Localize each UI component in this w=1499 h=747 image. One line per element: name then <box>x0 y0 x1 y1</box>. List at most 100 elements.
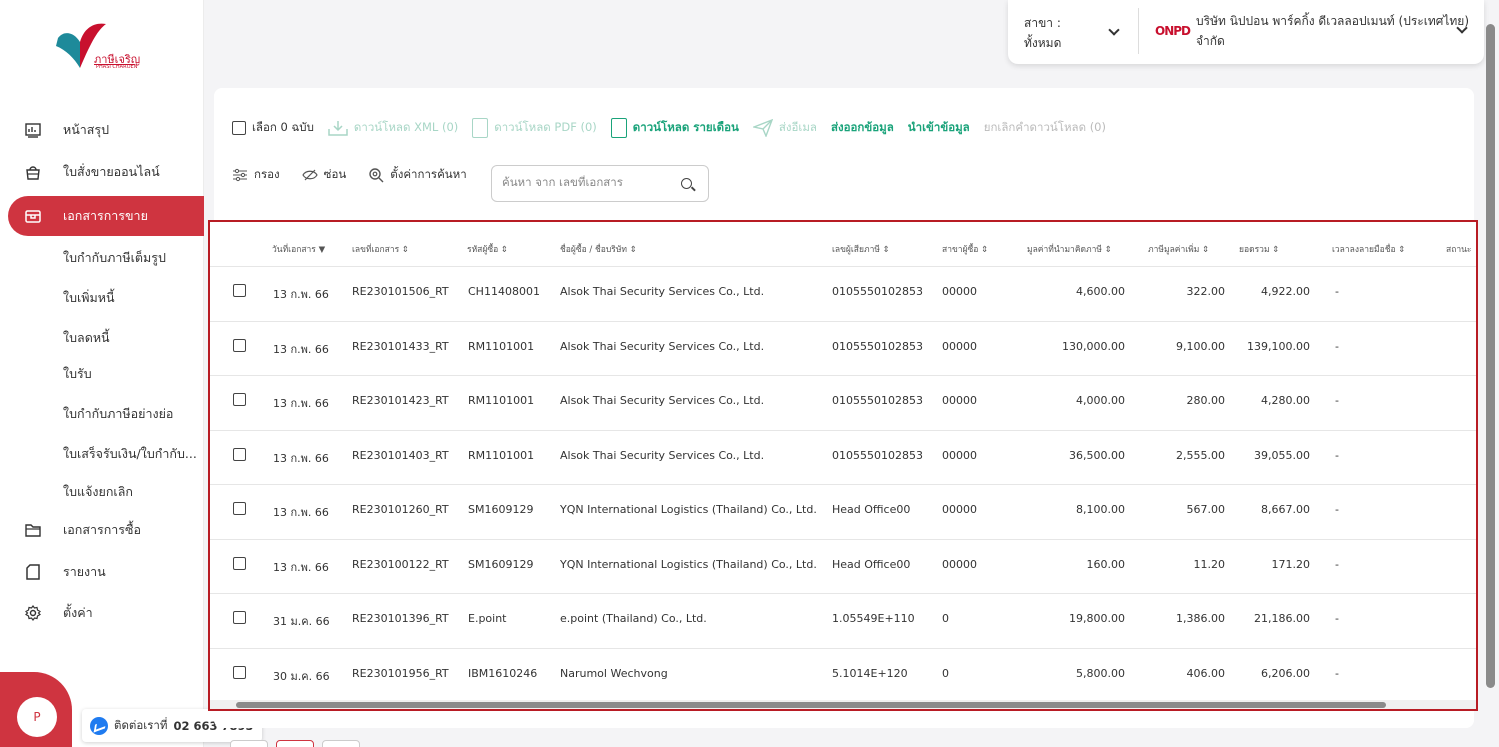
horizontal-scrollbar-thumb[interactable] <box>236 702 1386 708</box>
import-data-button[interactable]: นำเข้าข้อมูล <box>908 119 970 137</box>
filter-toolbar: กรอง ซ่อน ตั้งค่าการค้นหา <box>232 166 489 184</box>
column-header-status[interactable]: สถานะ <box>1446 242 1471 256</box>
pagination-next-button[interactable] <box>322 740 360 747</box>
cell-buyer-code: SM1609129 <box>468 558 534 571</box>
cell-tax-id: Head Office00 <box>832 503 911 516</box>
column-header-buyer-code[interactable]: รหัสผู้ซื้อ ⇕ <box>467 242 508 256</box>
row-checkbox[interactable] <box>233 502 246 515</box>
sidebar-subitem-credit-note[interactable]: ใบลดหนี้ <box>63 328 110 348</box>
cell-taxable-amount: 36,500.00 <box>1069 449 1125 462</box>
cell-doc-number[interactable]: RE230101396_RT <box>352 612 449 625</box>
column-header-taxable-amount[interactable]: มูลค่าที่นำมาคิดภาษี ⇕ <box>1027 242 1112 256</box>
download-monthly-button[interactable]: ดาวน์โหลด รายเดือน <box>610 118 739 138</box>
row-checkbox[interactable] <box>233 666 246 679</box>
cell-vat: 567.00 <box>1186 503 1226 516</box>
download-xml-button[interactable]: ดาวน์โหลด XML (0) <box>328 119 458 137</box>
column-header-buyer-name[interactable]: ชื่อผู้ซื้อ / ชื่อบริษัท ⇕ <box>560 242 637 256</box>
table-row[interactable]: 13 ก.พ. 66 RE230101506_RT CH11408001 Als… <box>210 266 1476 320</box>
search-settings-button[interactable]: ตั้งค่าการค้นหา <box>368 166 467 184</box>
cell-doc-number[interactable]: RE230101260_RT <box>352 503 449 516</box>
column-header-doc-date[interactable]: วันที่เอกสาร ▼ <box>272 242 325 256</box>
vertical-scrollbar[interactable] <box>1486 10 1495 690</box>
sidebar-subitem-receipt[interactable]: ใบรับ <box>63 364 92 384</box>
cell-tax-id: 0105550102853 <box>832 340 923 353</box>
checkbox-icon <box>232 121 246 135</box>
row-checkbox[interactable] <box>233 284 246 297</box>
cell-total: 4,280.00 <box>1261 394 1310 407</box>
sidebar-item-settings[interactable]: ตั้งค่า <box>0 593 204 633</box>
filter-button[interactable]: กรอง <box>232 166 280 184</box>
cell-buyer-name: YQN International Logistics (Thailand) C… <box>560 503 817 516</box>
avatar[interactable]: P <box>17 697 57 737</box>
search-icon[interactable] <box>681 178 692 189</box>
table-row[interactable]: 13 ก.พ. 66 RE230101423_RT RM1101001 Also… <box>210 375 1476 429</box>
search-settings-label: ตั้งค่าการค้นหา <box>390 167 467 181</box>
export-data-button[interactable]: ส่งออกข้อมูล <box>831 119 894 137</box>
document-icon <box>472 118 489 138</box>
cell-doc-number[interactable]: RE230101956_RT <box>352 667 449 680</box>
sidebar-subitem-full-tax-invoice[interactable]: ใบกำกับภาษีเต็มรูป <box>63 248 166 268</box>
sidebar-item-purchase-documents[interactable]: เอกสารการซื้อ <box>0 510 204 550</box>
column-header-total[interactable]: ยอดรวม ⇕ <box>1239 242 1279 256</box>
vertical-scrollbar-thumb[interactable] <box>1486 24 1495 688</box>
search-input[interactable] <box>502 175 672 189</box>
sidebar-subitem-debit-note[interactable]: ใบเพิ่มหนี้ <box>63 288 115 308</box>
cancel-download-button[interactable]: ยกเลิกคำดาวน์โหลด (0) <box>984 119 1106 137</box>
cell-buyer-name: Alsok Thai Security Services Co., Ltd. <box>560 394 765 407</box>
cell-doc-date: 13 ก.พ. 66 <box>273 343 329 356</box>
cell-doc-number[interactable]: RE230101433_RT <box>352 340 449 353</box>
horizontal-scrollbar[interactable] <box>210 700 1476 709</box>
column-header-signed-time[interactable]: เวลาลงลายมือชื่อ ⇕ <box>1332 242 1405 256</box>
column-header-tax-id[interactable]: เลขผู้เสียภาษี ⇕ <box>832 242 890 256</box>
dashboard-icon <box>25 123 41 138</box>
download-pdf-button[interactable]: ดาวน์โหลด PDF (0) <box>472 118 597 138</box>
hide-columns-button[interactable]: ซ่อน <box>301 166 346 184</box>
sidebar-subitem-abbreviated-tax-invoice[interactable]: ใบกำกับภาษีอย่างย่อ <box>63 404 173 424</box>
cell-doc-number[interactable]: RE230101506_RT <box>352 285 449 298</box>
cell-buyer-code: RM1101001 <box>468 394 535 407</box>
download-pdf-label: ดาวน์โหลด PDF (0) <box>494 120 597 134</box>
company-selector[interactable]: บริษัท นิปปอน พาร์คกิ้ง ดีเวลลอปเมนท์ (ป… <box>1196 11 1476 51</box>
sidebar-item-reports[interactable]: รายงาน <box>0 552 204 592</box>
table-row[interactable]: 13 ก.พ. 66 RE230100122_RT SM1609129 YQN … <box>210 539 1476 593</box>
table-row[interactable]: 31 ม.ค. 66 RE230101396_RT E.point e.poin… <box>210 593 1476 647</box>
row-checkbox[interactable] <box>233 611 246 624</box>
cell-buyer-name: Alsok Thai Security Services Co., Ltd. <box>560 340 765 353</box>
sidebar-subitem-cancellation-notice[interactable]: ใบแจ้งยกเลิก <box>63 482 133 502</box>
cell-taxable-amount: 5,800.00 <box>1076 667 1125 680</box>
sidebar-item-online-orders[interactable]: ใบสั่งขายออนไลน์ <box>0 152 204 192</box>
sidebar-subitem-receipt-tax-invoice[interactable]: ใบเสร็จรับเงิน/ใบกำกับ... <box>63 444 197 464</box>
branch-selector[interactable]: สาขา : ทั้งหมด <box>1024 13 1061 53</box>
eye-off-icon <box>301 169 318 181</box>
sales-box-icon <box>25 210 41 223</box>
cell-buyer-branch: 00000 <box>942 503 977 516</box>
row-checkbox[interactable] <box>233 557 246 570</box>
table-row[interactable]: 30 ม.ค. 66 RE230101956_RT IBM1610246 Nar… <box>210 648 1476 702</box>
send-email-label: ส่งอีเมล <box>778 120 817 134</box>
brand-logo[interactable]: ภาษีเจริญ PHASI CHAROEN <box>50 20 170 80</box>
table-row[interactable]: 13 ก.พ. 66 RE230101433_RT RM1101001 Also… <box>210 321 1476 375</box>
company-logo: ONPD <box>1155 24 1191 38</box>
row-checkbox[interactable] <box>233 393 246 406</box>
send-email-button[interactable]: ส่งอีเมล <box>752 119 817 137</box>
cell-doc-number[interactable]: RE230100122_RT <box>352 558 449 571</box>
cell-doc-number[interactable]: RE230101403_RT <box>352 449 449 462</box>
cell-signed-time: - <box>1335 503 1339 516</box>
pagination-prev-button[interactable] <box>230 740 268 747</box>
table-row[interactable]: 13 ก.พ. 66 RE230101403_RT RM1101001 Also… <box>210 430 1476 484</box>
cell-doc-number[interactable]: RE230101423_RT <box>352 394 449 407</box>
cell-taxable-amount: 130,000.00 <box>1062 340 1125 353</box>
cell-total: 21,186.00 <box>1254 612 1310 625</box>
column-header-doc-number[interactable]: เลขที่เอกสาร ⇕ <box>352 242 409 256</box>
table-row[interactable]: 13 ก.พ. 66 RE230101260_RT SM1609129 YQN … <box>210 484 1476 538</box>
column-header-buyer-branch[interactable]: สาขาผู้ซื้อ ⇕ <box>942 242 988 256</box>
row-checkbox[interactable] <box>233 448 246 461</box>
column-header-vat[interactable]: ภาษีมูลค่าเพิ่ม ⇕ <box>1148 242 1209 256</box>
sliders-icon <box>233 168 247 182</box>
select-all-checkbox[interactable]: เลือก 0 ฉบับ <box>232 119 314 137</box>
sidebar-item-sales-documents[interactable]: เอกสารการขาย <box>8 196 204 236</box>
pagination-page-button[interactable] <box>276 740 314 747</box>
row-checkbox[interactable] <box>233 339 246 352</box>
sidebar-item-dashboard[interactable]: หน้าสรุป <box>0 110 204 150</box>
cell-vat: 2,555.00 <box>1176 449 1225 462</box>
